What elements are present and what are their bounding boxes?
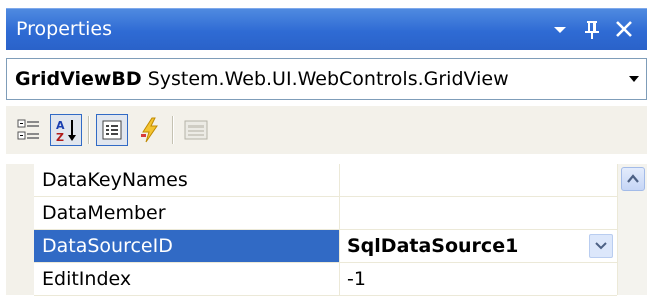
properties-icon [102, 120, 122, 140]
property-name: DataMember [34, 197, 340, 229]
svg-text:Z: Z [56, 131, 64, 144]
value-dropdown-button[interactable] [589, 234, 613, 258]
dropdown-arrow-icon [554, 27, 566, 33]
toolbar-separator [172, 116, 174, 144]
property-row[interactable]: DataKeyNames [34, 164, 617, 197]
properties-toolbar: A Z [6, 106, 647, 154]
property-value: SqlDataSource1 [347, 235, 519, 257]
property-value[interactable]: -1 [341, 263, 617, 295]
window-title: Properties [16, 18, 113, 40]
properties-button[interactable] [96, 114, 128, 146]
window-position-button[interactable] [546, 15, 574, 43]
property-row[interactable]: EditIndex -1 [34, 263, 617, 296]
close-button[interactable] [610, 15, 638, 43]
scroll-up-button[interactable] [621, 167, 645, 191]
events-button[interactable] [134, 114, 166, 146]
property-name: DataKeyNames [34, 164, 340, 196]
chevron-up-icon [627, 174, 639, 183]
property-row-selected[interactable]: DataSourceID SqlDataSource1 [34, 230, 617, 263]
property-pages-icon [184, 120, 208, 140]
properties-window: Properties GridViewBD System.Web.UI.WebC… [6, 8, 647, 296]
property-grid: DataKeyNames DataMember DataSourceID Sql… [6, 164, 647, 296]
property-name: EditIndex [34, 263, 340, 295]
pin-icon [585, 21, 599, 39]
close-icon [616, 21, 632, 37]
events-icon [141, 117, 158, 143]
property-value-dropdown[interactable]: SqlDataSource1 [341, 230, 617, 262]
property-pages-button[interactable] [180, 114, 212, 146]
chevron-down-icon [595, 242, 607, 250]
auto-hide-button[interactable] [578, 15, 606, 43]
object-type: System.Web.UI.WebControls.GridView [147, 68, 509, 90]
property-value[interactable] [341, 164, 617, 196]
object-name: GridViewBD [15, 68, 142, 90]
object-selector[interactable]: GridViewBD System.Web.UI.WebControls.Gri… [6, 58, 647, 100]
toolbar-separator [88, 116, 90, 144]
alphabetical-button[interactable]: A Z [50, 114, 82, 146]
title-bar: Properties [6, 8, 647, 50]
object-selector-dropdown[interactable] [622, 59, 646, 99]
dropdown-arrow-icon [629, 76, 639, 82]
categorized-icon [17, 119, 39, 140]
property-value[interactable] [341, 197, 617, 229]
property-row[interactable]: DataMember [34, 197, 617, 230]
alphabetical-icon: A Z [56, 119, 76, 144]
categorized-button[interactable] [14, 114, 46, 146]
property-name: DataSourceID [34, 230, 340, 262]
grid-gutter [6, 164, 34, 295]
vertical-scrollbar[interactable] [617, 164, 647, 295]
